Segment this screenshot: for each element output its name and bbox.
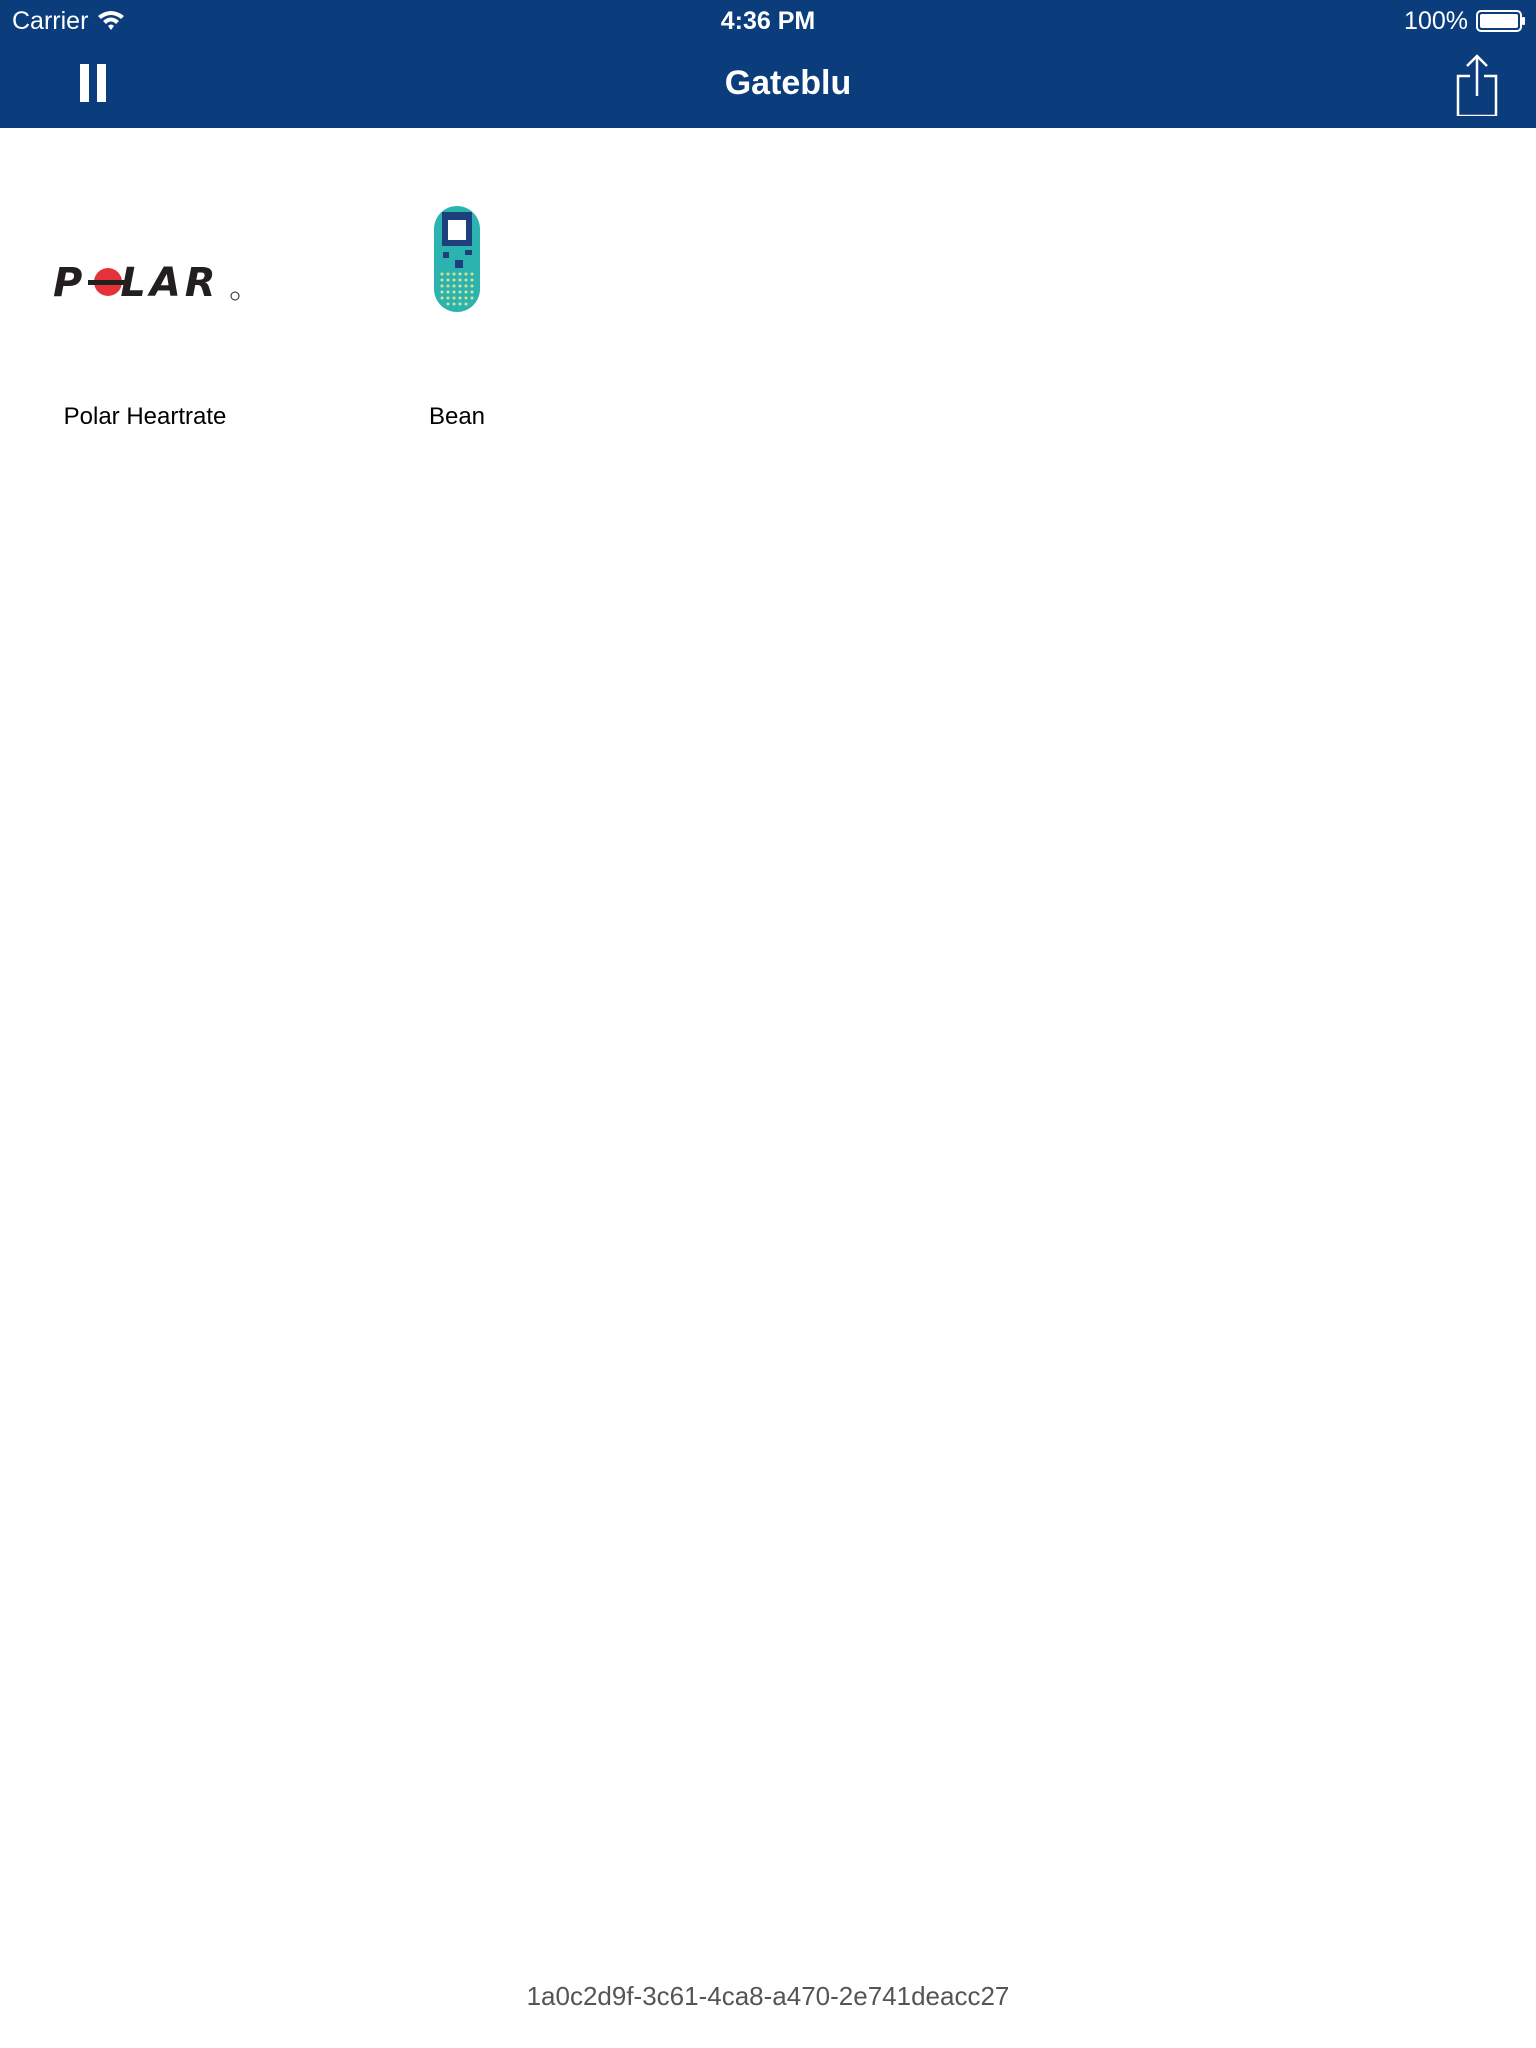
bean-board-icon <box>434 206 480 312</box>
device-bean[interactable]: Bean <box>337 170 577 490</box>
device-label: Polar Heartrate <box>63 403 227 430</box>
device-polar-heartrate[interactable]: P LAR Polar Heartrate <box>25 170 265 490</box>
header: Carrier 4:36 PM 100% Gateblu <box>0 0 1536 128</box>
battery-percentage: 100% <box>1404 7 1468 35</box>
navigation-bar: Gateblu <box>0 40 1536 128</box>
page-title: Gateblu <box>724 64 852 102</box>
battery-icon <box>1476 10 1525 32</box>
polar-logo-text: P LAR <box>53 260 220 306</box>
gateway-uuid: 1a0c2d9f-3c61-4ca8-a470-2e741deacc27 <box>526 1981 1010 2011</box>
gateblu-screen: Carrier 4:36 PM 100% Gateblu P LAR Polar… <box>0 0 1536 2048</box>
share-icon <box>1456 54 1498 118</box>
device-label: Bean <box>428 403 486 430</box>
share-button[interactable] <box>1450 52 1506 118</box>
polar-logo-icon: P LAR <box>53 260 240 306</box>
status-bar: Carrier 4:36 PM 100% <box>0 0 1536 40</box>
status-time: 4:36 PM <box>720 7 816 35</box>
